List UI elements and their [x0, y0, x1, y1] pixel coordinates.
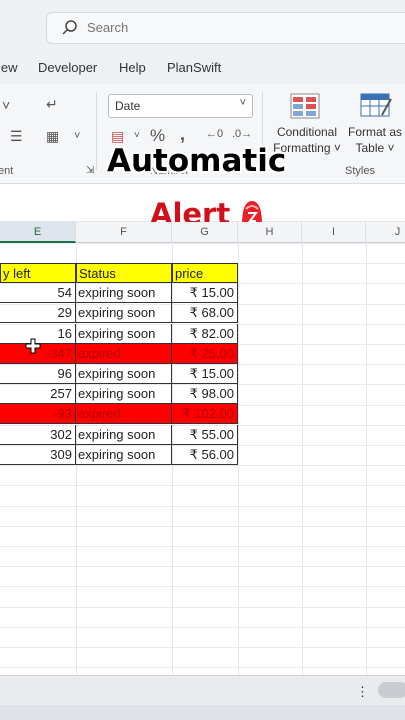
tab-help[interactable]: Help — [119, 60, 146, 75]
table-cell-status[interactable]: expiring soon — [76, 384, 172, 404]
gridline — [0, 667, 405, 668]
tab-view[interactable]: iew — [0, 60, 18, 75]
table-cell-price[interactable]: ₹ 98.00 — [172, 384, 238, 404]
cursor-move-icon — [25, 338, 41, 354]
gridline — [0, 586, 405, 587]
conditional-formatting-icon[interactable] — [290, 93, 320, 119]
table-cell-days[interactable]: 29 — [0, 303, 76, 323]
ribbon-separator — [96, 92, 97, 170]
decrease-decimal-icon[interactable]: .0→ — [232, 128, 252, 140]
column-header-i[interactable]: I — [302, 222, 366, 243]
comma-style-icon[interactable]: , — [180, 124, 185, 145]
horizontal-scrollbar[interactable] — [378, 682, 405, 698]
status-bar — [0, 705, 405, 720]
gridline — [0, 506, 405, 507]
table-cell-status[interactable]: expired — [76, 404, 172, 424]
table-cell-price[interactable]: ₹ 82.00 — [172, 324, 238, 344]
format-as-table-label-2: Table ˅ — [355, 141, 395, 155]
gridline — [0, 647, 405, 648]
column-header-j[interactable]: J — [366, 222, 405, 243]
table-cell-price[interactable]: ₹ 102.00 — [172, 404, 238, 424]
currency-chevron-icon[interactable]: ˅ — [134, 130, 140, 141]
gridline — [0, 465, 405, 466]
gridline — [0, 526, 405, 527]
group-label-styles: Styles — [345, 165, 375, 177]
table-cell-status[interactable]: expiring soon — [76, 303, 172, 323]
table-cell-price[interactable]: ₹ 15.00 — [172, 283, 238, 303]
caption-automatic: Automatic — [107, 143, 287, 179]
number-format-select[interactable]: Date ˅ — [108, 94, 253, 118]
group-label-alignment: ent — [0, 165, 14, 177]
table-cell-status[interactable]: expiring soon — [76, 364, 172, 384]
excel-window: iew Developer Help PlanSwift ˅ ↵ ☰ ▦ ˅ D… — [0, 0, 405, 720]
merge-chevron-icon[interactable]: ˅ — [74, 130, 80, 142]
table-cell-price[interactable]: ₹ 56.00 — [172, 445, 238, 465]
table-cell-status[interactable]: expiring soon — [76, 324, 172, 344]
table-cell-price[interactable]: ₹ 15.00 — [172, 364, 238, 384]
table-cell-days[interactable]: 302 — [0, 425, 76, 445]
wrap-text-icon[interactable]: ↵ — [46, 96, 58, 113]
title-bar — [0, 0, 405, 52]
chevron-down-icon: ˅ — [239, 97, 246, 109]
orientation-chevron-icon[interactable]: ˅ — [2, 97, 10, 113]
ribbon-tabs: iew Developer Help PlanSwift — [0, 52, 405, 84]
table-cell-days[interactable]: -93 — [0, 404, 76, 424]
increase-decimal-icon[interactable]: ←0 — [206, 128, 223, 140]
table-cell-days[interactable]: 54 — [0, 283, 76, 303]
table-cell-status[interactable]: expired — [76, 344, 172, 364]
sheet-tabs-bar — [0, 675, 405, 705]
table-cell-days[interactable]: 257 — [0, 384, 76, 404]
gridline — [0, 546, 405, 547]
column-headers: E F G H I J — [0, 222, 405, 243]
indent-icon[interactable]: ☰ — [10, 128, 23, 145]
format-as-table-button[interactable]: Format as Table ˅ — [345, 124, 405, 156]
conditional-formatting-label-1: Conditional — [276, 125, 338, 139]
table-cell-days[interactable]: 309 — [0, 445, 76, 465]
table-cell-status[interactable]: expiring soon — [76, 445, 172, 465]
table-cell-price[interactable]: ₹ 55.00 — [172, 425, 238, 445]
gridline — [0, 607, 405, 608]
number-format-value: Date — [115, 99, 141, 113]
format-as-table-label-1: Format as — [347, 125, 402, 139]
table-cell-days[interactable]: 96 — [0, 364, 76, 384]
gridline — [0, 566, 405, 567]
search-icon — [62, 20, 77, 35]
tab-planswift[interactable]: PlanSwift — [167, 60, 221, 75]
column-header-g[interactable]: G — [172, 222, 238, 243]
format-as-table-icon[interactable] — [360, 93, 392, 119]
more-icon[interactable]: ⋮ — [356, 684, 369, 700]
tab-developer[interactable]: Developer — [38, 60, 97, 75]
gridline — [0, 243, 405, 244]
gridline — [0, 627, 405, 628]
column-header-h[interactable]: H — [238, 222, 302, 243]
dialog-launcher-icon[interactable]: ⇲ — [86, 165, 94, 176]
table-header-cell[interactable]: y left — [0, 263, 76, 283]
gridline — [0, 485, 405, 486]
table-cell-status[interactable]: expiring soon — [76, 283, 172, 303]
table-cell-status[interactable]: expiring soon — [76, 425, 172, 445]
search-input[interactable] — [87, 20, 287, 35]
column-header-e[interactable]: E — [0, 222, 76, 243]
search-box[interactable] — [46, 12, 405, 44]
table-header-cell[interactable]: Status — [76, 263, 172, 283]
table-header-cell[interactable]: price — [172, 263, 238, 283]
column-header-f[interactable]: F — [76, 222, 172, 243]
worksheet-grid[interactable]: y left Status price 54 expiring soon ₹ 15.00 2… — [0, 243, 405, 675]
table-cell-price[interactable]: ₹ 68.00 — [172, 303, 238, 323]
table-cell-price[interactable]: ₹ 25.00 — [172, 344, 238, 364]
merge-cells-icon[interactable]: ▦ — [46, 128, 59, 145]
